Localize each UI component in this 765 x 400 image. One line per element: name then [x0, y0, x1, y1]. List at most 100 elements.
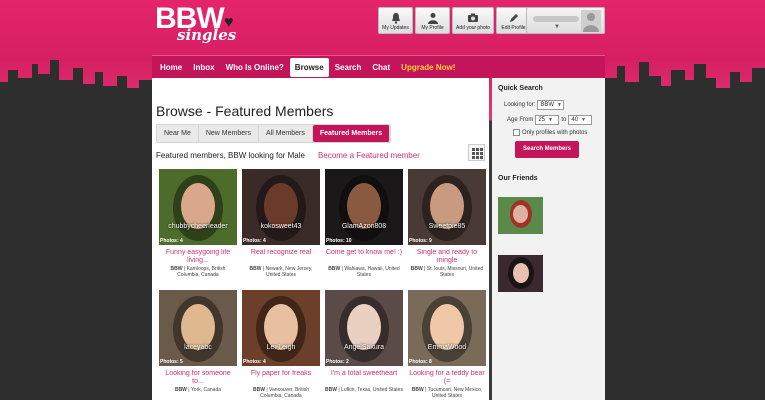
- member-username: Sweetpie85: [428, 223, 466, 230]
- member-tag: BBW: [174, 387, 187, 393]
- nav-who-is-online[interactable]: Who Is Online?: [221, 58, 289, 77]
- member-card[interactable]: laceyabc Photos: 5 Looking for someone to.…: [159, 290, 237, 393]
- my-profile-label: My Profile: [421, 25, 444, 31]
- age-from-label: Age From: [507, 117, 534, 123]
- site-logo[interactable]: BBW ♥ singles: [155, 2, 237, 46]
- member-headline[interactable]: Looking for someone to...: [159, 370, 237, 386]
- member-headline[interactable]: Funny easygoing life living...: [159, 249, 237, 265]
- member-card[interactable]: GlamAzon808 Photos: 10 Come get to know me…: [325, 169, 403, 278]
- become-featured-link[interactable]: Become a Featured member: [318, 151, 420, 160]
- edit-profile-label: Edit Profile: [501, 25, 526, 31]
- main-content: Browse - Featured Members Near Me New Me…: [152, 78, 489, 400]
- pencil-icon: [509, 14, 518, 22]
- nav-chat[interactable]: Chat: [367, 58, 395, 77]
- sidebar: Quick Search Looking for: BBW ▼ Age From …: [492, 78, 605, 400]
- member-location-text: Tucumcari, New Mexico, United States: [427, 387, 483, 399]
- chevron-down-icon: ▼: [581, 117, 586, 123]
- member-tag: BBW: [410, 266, 423, 272]
- our-friends-title: Our Friends: [498, 175, 538, 182]
- member-location-text: Lufkin, Texas, United States: [341, 387, 403, 393]
- member-location-text: Newark, New Jersey, United States: [265, 266, 313, 278]
- member-tag: BBW: [325, 387, 337, 393]
- nav-inbox[interactable]: Inbox: [188, 58, 219, 77]
- member-card[interactable]: Sweetpie85 Photos: 9 Single and ready to m…: [408, 169, 486, 278]
- member-card[interactable]: AngelSakura Photos: 2 I'm a total sweethea…: [325, 290, 403, 393]
- member-card[interactable]: chubbycheerleader Photos: 4 Funny easygoin…: [159, 169, 237, 278]
- member-photo[interactable]: laceyabc Photos: 5: [159, 290, 237, 366]
- nav-browse[interactable]: Browse: [289, 57, 329, 77]
- member-photo[interactable]: AngelSakura Photos: 2: [325, 290, 403, 366]
- member-photo-count: Photos: 9: [409, 238, 432, 244]
- grid-view-icon[interactable]: [468, 144, 485, 161]
- search-members-button[interactable]: Search Members: [515, 141, 579, 158]
- my-updates-button[interactable]: My Updates: [378, 7, 413, 34]
- member-location: BBW | Wahiawa, Hawaii, United States: [328, 266, 400, 278]
- member-tag: BBW: [411, 387, 424, 393]
- member-photo-count: Photos: 5: [160, 359, 183, 365]
- browse-tabs: Near Me New Members All Members Featured…: [156, 124, 392, 143]
- header-buttons: My Updates My Profile Add your photo Edi…: [378, 7, 531, 34]
- member-photo-count: Photos: 4: [160, 238, 183, 244]
- friend-photo[interactable]: [498, 197, 543, 234]
- my-profile-button[interactable]: My Profile: [415, 7, 450, 34]
- bell-icon: [391, 13, 400, 24]
- member-card[interactable]: EmmaWood Photos: 8 Looking for a teddy bea…: [408, 290, 486, 399]
- photos-only-checkbox[interactable]: [513, 129, 520, 136]
- member-location-text: York, Canada: [190, 387, 222, 393]
- member-photo-count: Photos: 4: [243, 359, 266, 365]
- avatar: [581, 10, 601, 32]
- age-to-label: to: [561, 117, 567, 123]
- member-location-text: Kamloops, British Columbia, Canada: [177, 266, 226, 278]
- member-photo[interactable]: chubbycheerleader Photos: 4: [159, 169, 237, 245]
- tab-featured-members[interactable]: Featured Members: [312, 125, 391, 142]
- member-photo[interactable]: EmmaWood Photos: 8: [408, 290, 486, 366]
- member-username: chubbycheerleader: [168, 223, 228, 230]
- age-from-select[interactable]: 25 ▼: [535, 115, 560, 125]
- member-headline[interactable]: I'm a total sweetheart: [325, 370, 403, 386]
- member-username: GlamAzon808: [341, 223, 387, 230]
- member-headline[interactable]: Come get to know me! :): [325, 249, 403, 265]
- tab-new-members[interactable]: New Members: [199, 125, 259, 142]
- member-photo[interactable]: Lei-Leigh Photos: 4: [242, 290, 320, 366]
- member-tag: BBW: [328, 266, 341, 272]
- member-username: kokosweet43: [260, 223, 302, 230]
- nav-home[interactable]: Home: [155, 58, 187, 77]
- looking-for-select[interactable]: BBW ▼: [537, 100, 565, 110]
- member-username: Lei-Leigh: [266, 344, 296, 351]
- tab-near-me[interactable]: Near Me: [157, 125, 199, 142]
- quick-search-title: Quick Search: [498, 85, 543, 92]
- member-location-text: Wahiawa, Hawaii, United States: [344, 266, 400, 278]
- add-photo-button[interactable]: Add your photo: [452, 7, 494, 34]
- member-headline[interactable]: Single and ready to mingle: [408, 249, 486, 265]
- member-tag: BBW: [249, 266, 262, 272]
- member-location: BBW | Lufkin, Texas, United States: [325, 387, 403, 393]
- my-updates-label: My Updates: [382, 25, 409, 31]
- chevron-down-icon: ▼: [557, 102, 562, 108]
- member-location: BBW | St. louis, Missouri, United States: [410, 266, 484, 278]
- member-username: EmmaWood: [427, 344, 467, 351]
- nav-upgrade[interactable]: Upgrade Now!: [396, 58, 460, 77]
- member-photo-count: Photos: 4: [243, 238, 266, 244]
- member-headline[interactable]: Looking for a teddy bear (=: [408, 370, 486, 386]
- username-blurred: [533, 16, 579, 22]
- member-photo[interactable]: kokosweet43 Photos: 4: [242, 169, 320, 245]
- user-menu[interactable]: ▼: [526, 7, 605, 34]
- member-photo[interactable]: Sweetpie85 Photos: 9: [408, 169, 486, 245]
- member-username: AngelSakura: [343, 344, 385, 351]
- member-location-text: Vancouver, British Columbia, Canada: [260, 387, 309, 399]
- add-photo-label: Add your photo: [456, 25, 490, 31]
- member-photo-count: Photos: 10: [326, 238, 352, 244]
- member-card[interactable]: kokosweet43 Photos: 4 Real recognize real B…: [242, 169, 320, 278]
- friend-photo[interactable]: [498, 255, 543, 292]
- nav-search[interactable]: Search: [330, 58, 367, 77]
- logo-text-singles: singles: [177, 26, 237, 44]
- member-headline[interactable]: Real recognize real: [242, 249, 320, 265]
- page-title: Browse - Featured Members: [156, 103, 334, 119]
- member-location: BBW | Vancouver, British Columbia, Canad…: [253, 387, 309, 399]
- tab-all-members[interactable]: All Members: [259, 125, 313, 142]
- age-to-select[interactable]: 40 ▼: [568, 115, 593, 125]
- member-photo[interactable]: GlamAzon808 Photos: 10: [325, 169, 403, 245]
- member-location: BBW | York, Canada: [174, 387, 222, 393]
- member-headline[interactable]: Fly paper for freaks: [242, 370, 320, 386]
- member-card[interactable]: Lei-Leigh Photos: 4 Fly paper for freaks BB…: [242, 290, 320, 399]
